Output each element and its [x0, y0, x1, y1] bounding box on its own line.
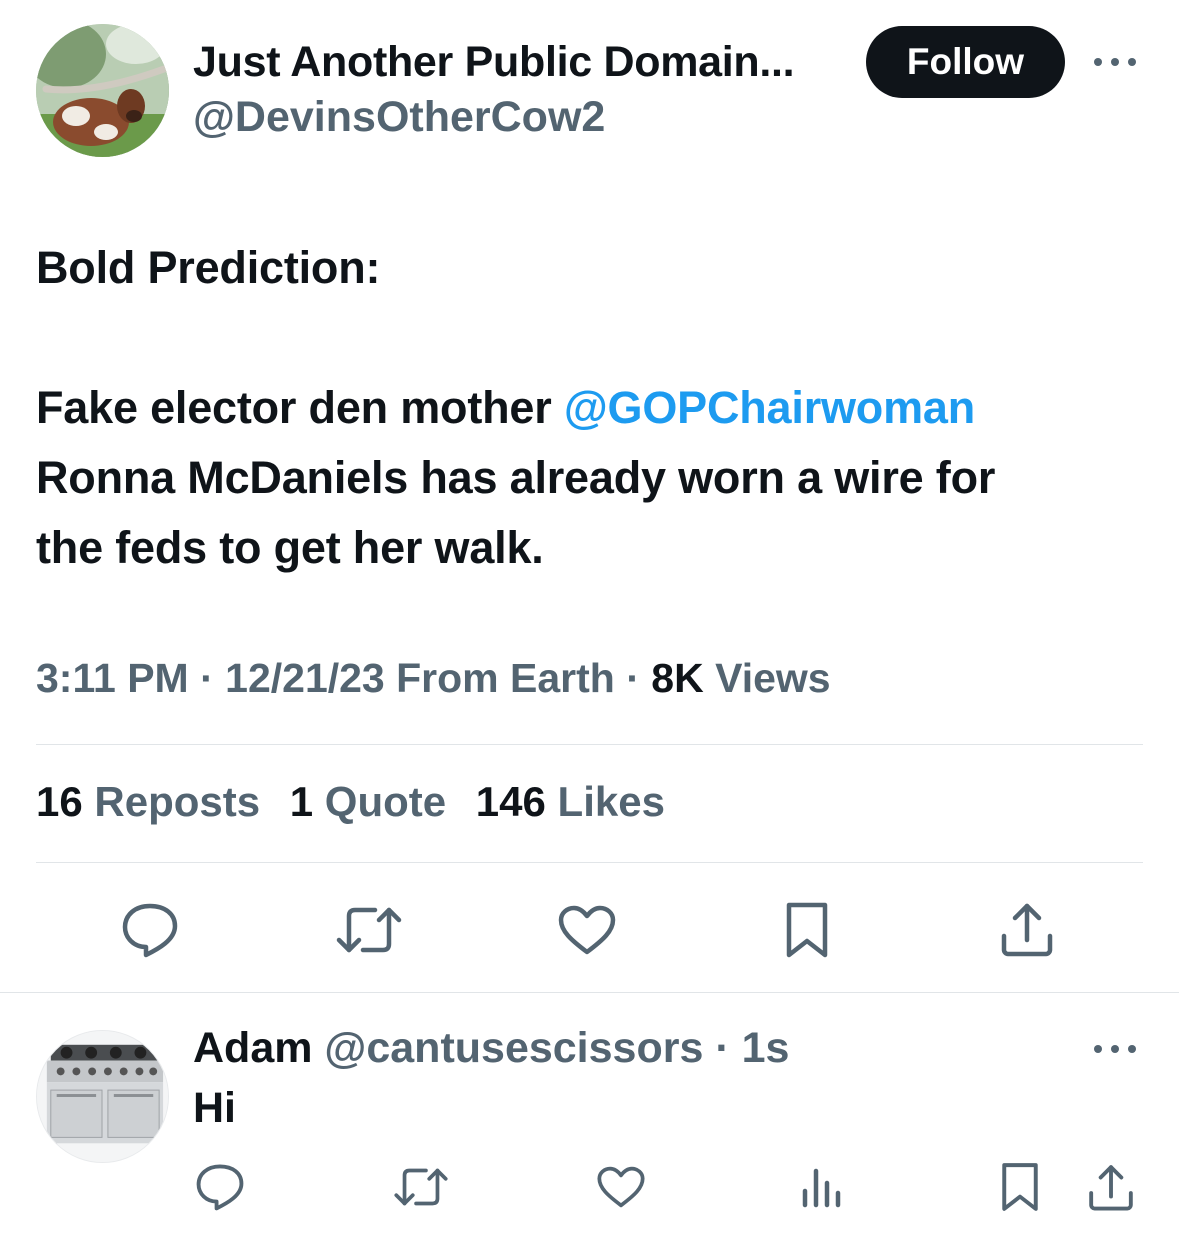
author-handle[interactable]: @DevinsOtherCow2: [193, 93, 605, 142]
tweet-meta: 3:11 PM · 12/21/23 From Earth · 8K Views: [36, 655, 831, 702]
tweet-line-4: the feds to get her walk.: [36, 522, 544, 573]
views-icon[interactable]: [798, 1164, 844, 1210]
tweet-date[interactable]: 12/21/23: [225, 655, 385, 701]
share-icon[interactable]: [1086, 1160, 1136, 1214]
views-count: 8K: [651, 655, 704, 701]
reply-text: Hi: [193, 1084, 236, 1132]
divider: [0, 992, 1179, 993]
bookmark-icon[interactable]: [997, 1160, 1043, 1214]
likes-count: 146: [475, 778, 546, 825]
reply-time[interactable]: · 1s: [703, 1024, 789, 1072]
more-icon[interactable]: [1090, 44, 1140, 80]
reply-author-handle[interactable]: @cantusescissors: [312, 1024, 703, 1072]
quotes-count: 1: [289, 778, 314, 825]
divider: [36, 862, 1143, 863]
meta-separator: ·: [188, 655, 226, 701]
like-icon[interactable]: [595, 1164, 647, 1210]
tweet-line-2-text: Fake elector den mother: [36, 382, 564, 433]
tweet-source: From Earth: [384, 655, 615, 701]
quotes-stat[interactable]: 1 Quote: [290, 778, 446, 825]
views-label: Views: [703, 655, 831, 701]
divider: [36, 744, 1143, 745]
reply-author-name[interactable]: Adam: [193, 1024, 312, 1072]
longhorn-cow-image: [36, 24, 169, 157]
bookmark-icon[interactable]: [781, 900, 833, 960]
reply-icon[interactable]: [119, 900, 181, 960]
repost-icon[interactable]: [334, 903, 404, 957]
quotes-label: Quote: [313, 778, 447, 825]
likes-label: Likes: [545, 778, 665, 825]
author-avatar[interactable]: [36, 24, 169, 157]
reposts-label: Reposts: [82, 778, 261, 825]
share-icon[interactable]: [996, 898, 1058, 960]
tweet-line-2: Fake elector den mother @GOPChairwoman: [36, 373, 1156, 443]
mention-link[interactable]: @GOPChairwoman: [564, 382, 975, 433]
likes-stat[interactable]: 146 Likes: [476, 778, 665, 825]
tweet-stats: 16 Reposts 1 Quote 146 Likes: [36, 778, 683, 826]
meta-separator: ·: [614, 655, 652, 701]
tweet-line-3: Ronna McDaniels has already worn a wire …: [36, 452, 996, 503]
tweet-time[interactable]: 3:11 PM: [36, 655, 189, 701]
reply-icon[interactable]: [194, 1162, 246, 1212]
reposts-stat[interactable]: 16 Reposts: [36, 778, 260, 825]
tweet-text: Bold Prediction: Fake elector den mother…: [36, 233, 1156, 583]
author-name[interactable]: Just Another Public Domain...: [193, 38, 795, 87]
tweet-line-1: Bold Prediction:: [36, 242, 381, 293]
stove-image: [37, 1031, 168, 1162]
more-icon[interactable]: [1090, 1031, 1140, 1067]
reposts-count: 16: [36, 778, 83, 825]
repost-icon[interactable]: [392, 1164, 450, 1210]
like-icon[interactable]: [556, 903, 618, 957]
follow-button[interactable]: Follow: [866, 26, 1065, 98]
reply-header: Adam @cantusescissors · 1s: [193, 1024, 789, 1073]
reply-avatar[interactable]: [36, 1030, 169, 1163]
